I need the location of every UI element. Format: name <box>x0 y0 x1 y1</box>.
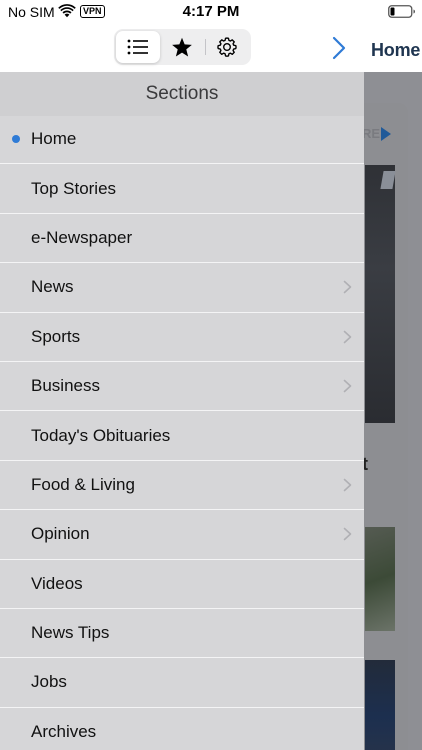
sidebar-item-label: Home <box>31 129 77 149</box>
background-photo-logo <box>380 171 396 189</box>
chevron-right-icon <box>343 478 352 492</box>
background-more-arrow-icon <box>381 127 391 141</box>
background-more-label: RE <box>362 126 381 141</box>
sidebar-item-label: Today's Obituaries <box>31 425 171 445</box>
sidebar-item-label: Top Stories <box>31 178 117 198</box>
sections-title: Sections <box>145 83 219 104</box>
tab-list[interactable] <box>116 31 160 63</box>
close-drawer-chevron-icon[interactable] <box>330 36 348 60</box>
sidebar-item-label: Sports <box>31 326 81 346</box>
sidebar-item-e-newspaper[interactable]: e-Newspaper <box>0 214 364 264</box>
background-photo <box>365 660 395 750</box>
tab-settings[interactable] <box>205 31 249 63</box>
screen: Home RE t No SIM VPN 4:17 PM Sections Ho… <box>0 0 422 750</box>
sidebar-item-archives[interactable]: Archives <box>0 708 364 750</box>
battery-icon <box>388 5 415 18</box>
star-icon <box>172 37 192 57</box>
sidebar-item-label: Archives <box>31 721 97 741</box>
sidebar-item-sports[interactable]: Sports <box>0 313 364 362</box>
sidebar-item-news[interactable]: News <box>0 263 364 313</box>
sidebar-item-label: Jobs <box>31 672 67 692</box>
active-indicator-dot <box>12 135 20 144</box>
sidebar-item-business[interactable]: Business <box>0 362 364 412</box>
sidebar-item-news-tips[interactable]: News Tips <box>0 609 364 659</box>
chevron-right-icon <box>343 379 352 393</box>
sidebar-item-label: Business <box>31 376 100 396</box>
sidebar-item-label: News Tips <box>31 623 110 643</box>
tab-favorites[interactable] <box>160 31 204 63</box>
background-page-title: Home <box>371 40 421 60</box>
sections-header: Sections <box>0 72 364 116</box>
sidebar-item-home[interactable]: Home <box>0 115 364 165</box>
sidebar-item-label: Opinion <box>31 524 90 544</box>
sidebar-item-today-s-obituaries[interactable]: Today's Obituaries <box>0 411 364 461</box>
sidebar-item-jobs[interactable]: Jobs <box>0 658 364 708</box>
sidebar-item-top-stories[interactable]: Top Stories <box>0 164 364 214</box>
sections-list: Home Top Stories e-Newspaper News Sports Busi… <box>0 115 364 750</box>
sidebar-item-label: Food & Living <box>31 474 135 494</box>
chevron-right-icon <box>343 528 352 541</box>
background-photo <box>365 527 395 631</box>
sidebar-item-food-living[interactable]: Food & Living <box>0 461 364 511</box>
list-icon <box>127 39 148 55</box>
status-bar: No SIM VPN 4:17 PM <box>0 0 422 24</box>
sidebar-item-videos[interactable]: Videos <box>0 560 364 609</box>
status-time: 4:17 PM <box>182 3 240 20</box>
sections-drawer: Sections Home Top Stories e-Newspaper News S… <box>0 0 364 750</box>
sidebar-item-label: Videos <box>31 573 83 593</box>
sidebar-item-label: News <box>31 277 74 297</box>
chevron-right-icon <box>343 330 352 344</box>
background-photo <box>365 165 396 423</box>
gear-icon <box>217 37 237 57</box>
sidebar-item-label: e-Newspaper <box>31 227 133 247</box>
sidebar-item-opinion[interactable]: Opinion <box>0 510 364 560</box>
chevron-right-icon <box>343 281 352 294</box>
drawer-segmented-control <box>114 29 251 65</box>
